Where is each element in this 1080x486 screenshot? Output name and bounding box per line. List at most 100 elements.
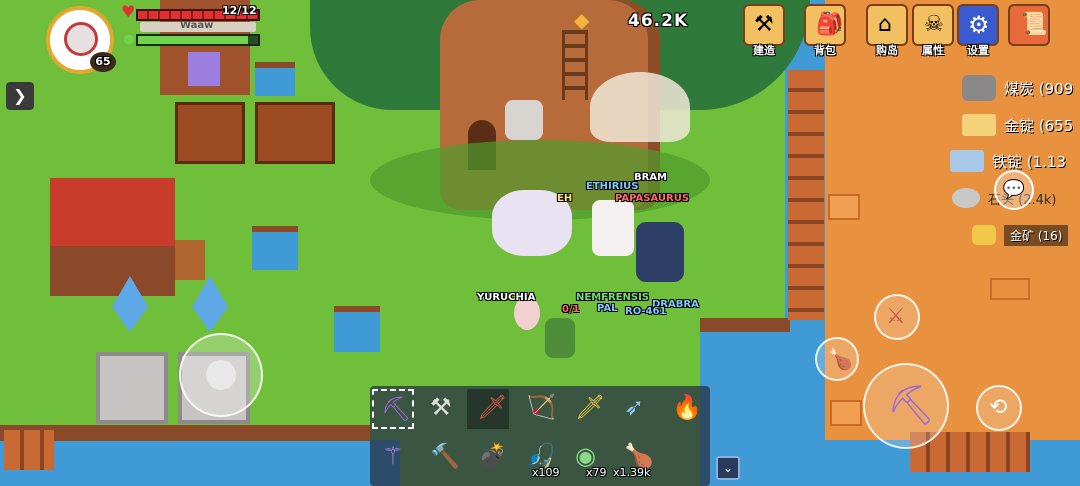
expand-side-button[interactable]: ❯ <box>6 82 34 110</box>
hotbar-slot-10[interactable]: 💣 <box>467 438 509 478</box>
coal-icon <box>962 75 996 101</box>
resource-gold: 金锭 (655 <box>962 110 1073 140</box>
gem-icon: ◆ <box>574 8 590 32</box>
resource-iron-text: 铁锭 (1.13 <box>992 152 1067 171</box>
backpack-button[interactable]: 🎒 <box>804 4 846 46</box>
sword-skill-button[interactable]: ⚔ <box>874 294 920 340</box>
player-character[interactable] <box>545 318 575 358</box>
npc-robot[interactable] <box>636 222 684 282</box>
workbench-2[interactable] <box>255 102 335 164</box>
energy-icon: ● <box>123 32 135 47</box>
pickaxe-crossbow-icon: ⛏ <box>887 383 936 427</box>
hotbar-slot-7[interactable]: 🔥 <box>662 389 704 429</box>
hotbar-slot-6[interactable]: ➶ <box>614 389 656 429</box>
gold-ore-icon <box>972 225 996 245</box>
joystick-knob[interactable] <box>206 360 236 390</box>
shop-icon: ⌂ <box>878 12 892 37</box>
stats-button[interactable]: ☠ <box>912 4 954 46</box>
sand-crate-2 <box>830 400 862 426</box>
npc-tag-papasaurus: PAPASAURUS <box>615 193 690 204</box>
gear-icon: ⚙ <box>968 11 990 39</box>
map-scroll-icon: 📜 <box>1020 12 1048 37</box>
player-level-badge: 65 <box>90 52 116 72</box>
pond-3 <box>255 62 295 96</box>
anvil-icon: ⚒ <box>754 12 774 37</box>
npc-tag-quest: 0/1 <box>562 304 580 315</box>
backpack-icon: 🎒 <box>816 12 844 37</box>
map-button[interactable]: 📜 <box>1008 4 1050 46</box>
ladder <box>562 30 588 100</box>
npc-tag-pal: PAL <box>597 303 618 314</box>
torch-icon: 🔥 <box>672 393 702 421</box>
energy-fill <box>138 36 249 44</box>
npc-winged[interactable] <box>590 72 690 142</box>
hammer-icon: 🔨 <box>430 442 460 470</box>
resource-gold-ore-text: 金矿 (16) <box>1004 224 1069 246</box>
npc-tag-ro461: RO-461 <box>625 306 667 317</box>
pond-2 <box>334 306 380 352</box>
hotbar-slot-1[interactable]: ⛏ <box>372 389 414 429</box>
energy-bar <box>136 34 260 46</box>
purple-bench <box>188 52 220 86</box>
settings-label: 设置 <box>967 44 989 57</box>
sword-icon: ⚔ <box>886 304 906 329</box>
npc-tag-ethirius: ETHIRIUS <box>586 181 639 192</box>
heart-icon: ♥ <box>121 2 136 21</box>
backpack-label: 背包 <box>814 44 836 57</box>
hotbar-slot-4[interactable]: 🏹 <box>516 389 558 429</box>
settings-button[interactable]: ⚙ <box>957 4 999 46</box>
build-button[interactable]: ⚒ <box>743 4 785 46</box>
resource-coal: 煤炭 (909 <box>962 73 1073 103</box>
shop-button[interactable]: ⌂ <box>866 4 908 46</box>
hotbar-slot-3[interactable]: 🗡 <box>467 389 509 429</box>
resource-gold-text: 金锭 (655 <box>1004 116 1074 135</box>
sand-patch <box>990 278 1030 300</box>
movement-joystick[interactable] <box>179 333 263 417</box>
gold-ingot-icon <box>962 114 996 136</box>
npc-tag-yuruchia: YURUCHIA <box>477 292 536 303</box>
shovel-icon: ⚒ <box>430 393 452 421</box>
drumstick-icon: 🍗 <box>828 347 853 371</box>
hotbar-expand-button[interactable]: ⌄ <box>716 456 740 480</box>
resource-gold-ore: 金矿 (16) <box>972 220 1069 250</box>
stone-icon <box>952 188 980 208</box>
skull-icon: ☠ <box>924 12 944 37</box>
chat-button[interactable]: 💬 <box>994 170 1034 210</box>
npc-raccoon[interactable] <box>505 100 543 140</box>
shop-label: 购岛 <box>876 44 898 57</box>
item-count-1: x109 <box>532 466 560 479</box>
npc-fox[interactable] <box>592 200 634 256</box>
hotbar-slot-5[interactable]: 🗡 <box>565 389 607 429</box>
chair <box>175 240 205 280</box>
swap-button[interactable]: ⟲ <box>976 385 1022 431</box>
stone-plate-1[interactable] <box>96 352 168 424</box>
bow-icon: 🏹 <box>526 393 556 421</box>
item-count-3: x1.39k <box>613 466 651 479</box>
build-label: 建造 <box>753 44 775 57</box>
player-name: Waaw <box>180 20 214 31</box>
scepter-icon: ⚚ <box>382 442 404 470</box>
resource-coal-text: 煤炭 (909 <box>1004 79 1074 98</box>
currency-amount: 46.2K <box>628 11 689 31</box>
npc-tag-eh: EH <box>557 193 573 204</box>
sand-crate <box>828 194 860 220</box>
food-button[interactable]: 🍗 <box>815 337 859 381</box>
hotbar-slot-2[interactable]: ⚒ <box>420 389 462 429</box>
stats-label: 属性 <box>922 44 944 57</box>
market-stall[interactable] <box>50 178 175 296</box>
item-count-2: x79 <box>586 466 607 479</box>
bomb-icon: 💣 <box>477 442 507 470</box>
hp-text: 12/12 <box>222 4 257 17</box>
pond-1 <box>252 226 298 270</box>
golden-sword-icon: 🗡 <box>575 393 606 421</box>
workbench-1[interactable] <box>175 102 245 164</box>
iron-ingot-icon <box>950 150 984 172</box>
attack-button[interactable]: ⛏ <box>863 363 949 449</box>
hotbar-slot-8[interactable]: ⚚ <box>372 438 414 478</box>
npc-tag-nemfrensis: NEMFRENSIS <box>576 292 650 303</box>
hotbar-slot-9[interactable]: 🔨 <box>420 438 462 478</box>
pickaxe-crossbow-icon: ⛏ <box>381 395 412 423</box>
sword-icon: 🗡 <box>477 393 508 421</box>
avatar <box>64 22 98 56</box>
spear-icon: ➶ <box>624 393 645 421</box>
